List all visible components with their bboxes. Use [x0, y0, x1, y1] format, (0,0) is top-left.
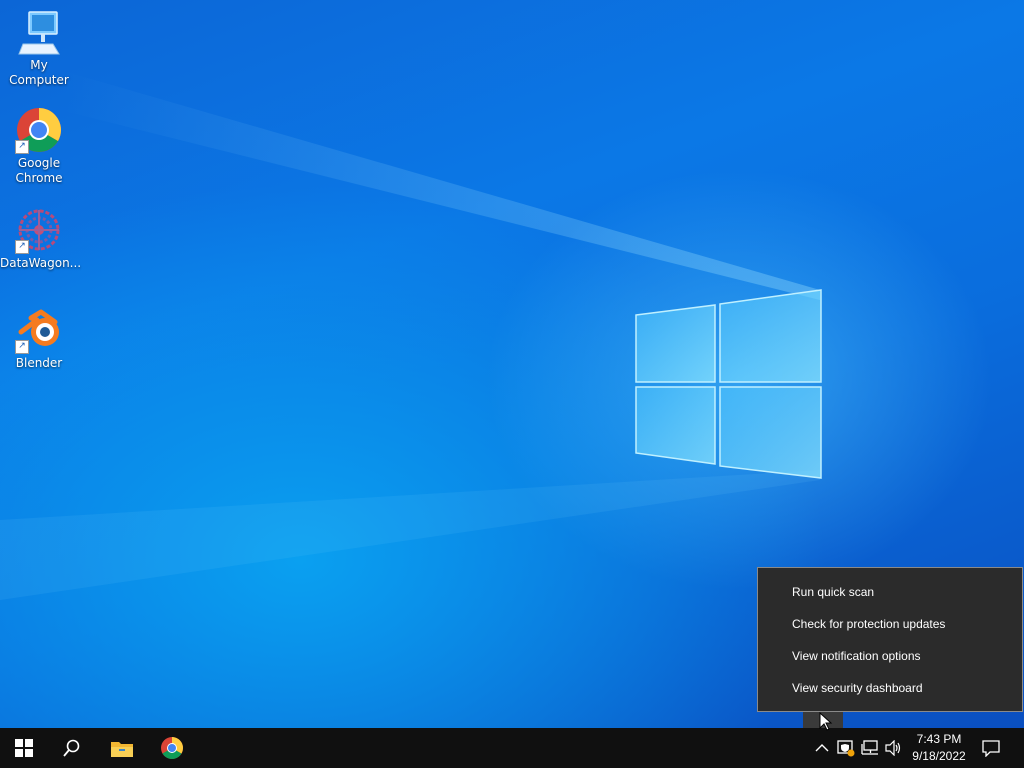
desktop-icon-label: DataWagon...: [0, 256, 82, 270]
clock-time: 7:43 PM: [916, 732, 962, 746]
action-center-icon: [982, 740, 1000, 757]
volume-icon: [885, 740, 901, 756]
start-icon: [15, 739, 33, 757]
windows-wallpaper-logo: [635, 289, 822, 479]
desktop-icon-blender[interactable]: ↗ Blender: [0, 306, 78, 371]
desktop-icon-my-computer[interactable]: My Computer: [0, 8, 78, 88]
desktop-icon-label: Google Chrome: [15, 156, 63, 185]
mouse-cursor-icon: [819, 712, 833, 731]
taskbar-clock[interactable]: 7:43 PM 9/18/2022: [906, 731, 972, 765]
desktop-icon-google-chrome[interactable]: ↗ Google Chrome: [0, 106, 78, 186]
file-explorer-icon: [111, 742, 133, 757]
chevron-up-icon: [815, 744, 829, 752]
desktop-icon-datawagon[interactable]: ↗ DataWagon...: [0, 206, 82, 271]
menu-item-view-security-dashboard[interactable]: View security dashboard: [758, 672, 1022, 704]
chrome-icon: [161, 737, 183, 759]
windows-security-tray-button[interactable]: [836, 738, 856, 758]
show-hidden-icons-button[interactable]: [812, 738, 832, 758]
start-button[interactable]: [0, 728, 48, 768]
menu-item-check-protection-updates[interactable]: Check for protection updates: [758, 608, 1022, 640]
action-center-button[interactable]: [981, 738, 1001, 758]
search-icon: [63, 739, 80, 757]
desktop-icon-label: Blender: [15, 356, 63, 370]
search-button[interactable]: [48, 728, 96, 768]
network-tray-button[interactable]: [860, 738, 880, 758]
volume-tray-button[interactable]: [884, 738, 904, 758]
taskbar: 7:43 PM 9/18/2022: [0, 728, 1024, 768]
desktop-icon-label: My Computer: [9, 58, 69, 87]
clock-date: 9/18/2022: [912, 749, 966, 763]
menu-item-run-quick-scan[interactable]: Run quick scan: [758, 576, 1022, 608]
network-icon: [861, 740, 878, 755]
shortcut-arrow-icon: ↗: [15, 240, 29, 254]
datawagon-icon: ↗: [15, 206, 63, 254]
blender-icon: ↗: [15, 306, 63, 354]
chrome-taskbar-button[interactable]: [148, 728, 196, 768]
shortcut-arrow-icon: ↗: [15, 140, 29, 154]
windows-security-context-menu: Run quick scan Check for protection upda…: [757, 567, 1023, 712]
chrome-icon: ↗: [15, 106, 63, 154]
windows-security-icon: [837, 740, 855, 757]
menu-item-view-notification-options[interactable]: View notification options: [758, 640, 1022, 672]
shortcut-arrow-icon: ↗: [15, 340, 29, 354]
file-explorer-button[interactable]: [98, 728, 146, 768]
computer-icon: [15, 8, 63, 56]
